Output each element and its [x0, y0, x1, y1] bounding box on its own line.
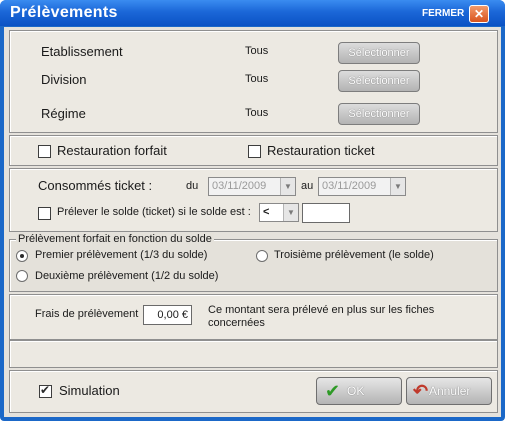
- chevron-down-icon[interactable]: ▼: [280, 178, 295, 195]
- division-label: Division: [41, 72, 87, 87]
- prelever-solde-label[interactable]: Prélever le solde (ticket) si le solde e…: [57, 206, 251, 218]
- frais-field[interactable]: 0,00 €: [143, 305, 192, 325]
- restauration-forfait-checkbox[interactable]: [38, 145, 51, 158]
- empty-panel: [9, 340, 498, 368]
- title-bar[interactable]: Prélèvements FERMER ✕: [0, 0, 505, 26]
- forfait-group-panel: Prélèvement forfait en fonction du solde…: [9, 233, 498, 292]
- date-to-value: 03/11/2009: [322, 180, 377, 192]
- annuler-label: Annuler: [429, 384, 471, 398]
- ok-label: OK: [347, 384, 365, 398]
- simulation-checkbox[interactable]: [39, 383, 52, 398]
- premier-prelevement-label[interactable]: Premier prélèvement (1/3 du solde): [35, 249, 207, 261]
- frais-panel: Frais de prélèvement 0,00 € Ce montant s…: [9, 294, 498, 340]
- close-button[interactable]: ✕: [469, 5, 489, 23]
- restauration-forfait-label[interactable]: Restauration forfait: [57, 143, 167, 158]
- regime-label: Régime: [41, 106, 86, 121]
- troisieme-prelevement-label[interactable]: Troisième prélèvement (le solde): [274, 249, 434, 261]
- window-title: Prélèvements: [10, 4, 118, 21]
- premier-prelevement-radio[interactable]: [16, 250, 28, 262]
- frais-note: Ce montant sera prélevé en plus sur les …: [208, 304, 435, 329]
- etablissement-label: Etablissement: [41, 44, 123, 59]
- regime-select-button[interactable]: Sélectionner: [338, 103, 420, 125]
- regime-value: Tous: [245, 107, 269, 119]
- filters-panel: Etablissement Tous Sélectionner Division…: [9, 30, 498, 133]
- consommes-panel: Consommés ticket : du 03/11/2009 ▼ au 03…: [9, 168, 498, 232]
- undo-arrow-icon: ↶: [413, 381, 429, 401]
- date-from-value: 03/11/2009: [212, 180, 267, 192]
- date-to-combo[interactable]: 03/11/2009 ▼: [318, 177, 406, 196]
- deuxieme-prelevement-radio[interactable]: [16, 270, 28, 282]
- restauration-ticket-label[interactable]: Restauration ticket: [267, 143, 375, 158]
- dialog-body: Etablissement Tous Sélectionner Division…: [4, 27, 501, 417]
- deuxieme-prelevement-label[interactable]: Deuxième prélèvement (1/2 du solde): [35, 270, 218, 282]
- ok-button[interactable]: ✔ OK: [316, 377, 402, 405]
- chevron-down-icon[interactable]: ▼: [283, 204, 298, 221]
- restauration-ticket-checkbox[interactable]: [248, 145, 261, 158]
- etablissement-value: Tous: [245, 45, 269, 57]
- frais-label: Frais de prélèvement: [35, 308, 139, 320]
- consommes-ticket-label: Consommés ticket :: [38, 178, 153, 193]
- chevron-down-icon[interactable]: ▼: [390, 178, 405, 195]
- troisieme-prelevement-radio[interactable]: [256, 250, 268, 262]
- operator-value: <: [263, 206, 270, 218]
- date-from-combo[interactable]: 03/11/2009 ▼: [208, 177, 296, 196]
- division-select-button[interactable]: Sélectionner: [338, 70, 420, 92]
- forfait-group-legend: Prélèvement forfait en fonction du solde: [16, 233, 214, 245]
- check-icon: ✔: [325, 381, 341, 401]
- close-label[interactable]: FERMER: [422, 8, 464, 19]
- dialog-window: Prélèvements FERMER ✕ Etablissement Tous…: [0, 0, 505, 421]
- prelever-solde-checkbox[interactable]: [38, 207, 51, 220]
- annuler-button[interactable]: ↶ Annuler: [406, 377, 492, 405]
- du-label: du: [186, 180, 199, 192]
- etablissement-select-button[interactable]: Sélectionner: [338, 42, 420, 64]
- restauration-panel: Restauration forfait Restauration ticket: [9, 135, 498, 166]
- footer-panel: Simulation ✔ OK ↶ Annuler: [9, 370, 498, 413]
- division-value: Tous: [245, 73, 269, 85]
- operator-combo[interactable]: < ▼: [259, 203, 299, 222]
- solde-amount-field[interactable]: [302, 203, 350, 223]
- au-label: au: [301, 180, 314, 192]
- simulation-label[interactable]: Simulation: [59, 383, 120, 398]
